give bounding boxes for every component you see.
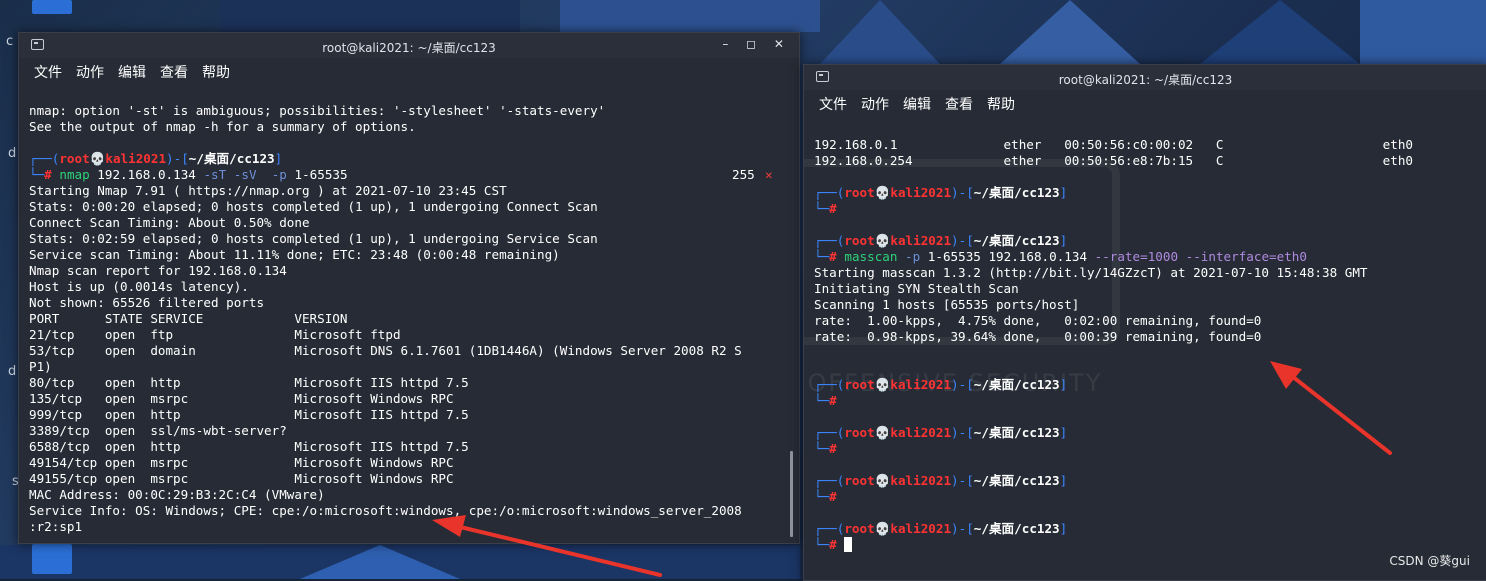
output-line: 135/tcp open msrpc Microsoft Windows RPC (29, 391, 454, 406)
output-line: Starting masscan 1.3.2 (http://bit.ly/14… (814, 265, 1368, 280)
desktop-label: c (6, 34, 14, 49)
csdn-watermark: CSDN @葵gui (1389, 554, 1470, 568)
window-controls[interactable]: – ◻ ✕ (722, 37, 791, 51)
output-line: rate: 0.98-kpps, 39.64% done, 0:00:39 re… (814, 329, 1262, 344)
output-line: Service scan Timing: About 11.11% done; … (29, 247, 560, 262)
skull-icon: 💀 (874, 425, 891, 440)
output-line: 53/tcp open domain Microsoft DNS 6.1.760… (29, 343, 742, 358)
terminal-output[interactable]: nmap: option '-st' is ambiguous; possibi… (29, 87, 799, 543)
menu-view[interactable]: 查看 (160, 62, 188, 82)
output-line: Service Info: OS: Windows; CPE: cpe:/o:m… (29, 503, 742, 518)
output-line: Starting Nmap 7.91 ( https://nmap.org ) … (29, 183, 507, 198)
wallpaper-tile (560, 0, 820, 32)
desktop-label: d (8, 146, 17, 161)
annotation-arrow (1270, 361, 1392, 455)
output-line: Host is up (0.0014s latency). (29, 279, 249, 294)
menu-action[interactable]: 动作 (76, 62, 104, 82)
command-line: └─# masscan -p 1-65535 192.168.0.134 --r… (814, 249, 1307, 264)
wallpaper-tile (220, 0, 520, 32)
wallpaper-triangle (1000, 0, 1140, 64)
menu-edit[interactable]: 编辑 (118, 62, 146, 82)
output-line: 49155/tcp open msrpc Microsoft Windows R… (29, 471, 454, 486)
output-line: Stats: 0:02:59 elapsed; 0 hosts complete… (29, 231, 598, 246)
prompt-hash: └─# (814, 201, 837, 216)
output-line: Stats: 0:00:20 elapsed; 0 hosts complete… (29, 199, 598, 214)
window-title: root@kali2021: ~/桌面/cc123 (322, 41, 496, 55)
output-line: 999/tcp open http Microsoft IIS httpd 7.… (29, 407, 469, 422)
prompt-hash: └─# (814, 489, 837, 504)
menu-edit[interactable]: 编辑 (903, 94, 931, 114)
command-line: └─# nmap 192.168.0.134 -sT -sV -p 1-6553… (29, 167, 773, 182)
menu-help[interactable]: 帮助 (202, 62, 230, 82)
output-line: Not shown: 65526 filtered ports (29, 295, 265, 310)
menu-action[interactable]: 动作 (861, 94, 889, 114)
prompt-line: ┌──(root💀kali2021)-[~/桌面/cc123] (814, 473, 1068, 488)
skull-icon: 💀 (89, 151, 106, 166)
output-line: Initiating SYN Stealth Scan (814, 281, 1019, 296)
menu-help[interactable]: 帮助 (987, 94, 1015, 114)
output-line: MAC Address: 00:0C:29:B3:2C:C4 (VMware) (29, 487, 325, 502)
skull-icon: 💀 (874, 185, 891, 200)
wallpaper-tile (1360, 0, 1486, 64)
output-line: See the output of nmap -h for a summary … (29, 119, 416, 134)
menu-file[interactable]: 文件 (819, 94, 847, 114)
text-cursor (844, 537, 853, 552)
exit-status: 255 (732, 167, 755, 182)
output-line: Nmap scan report for 192.168.0.134 (29, 263, 287, 278)
scrollbar[interactable] (790, 451, 793, 537)
skull-icon: 💀 (874, 473, 891, 488)
output-line: rate: 1.00-kpps, 4.75% done, 0:02:00 rem… (814, 313, 1262, 328)
output-line: 49154/tcp open msrpc Microsoft Windows R… (29, 455, 454, 470)
prompt-line: ┌──(root💀kali2021)-[~/桌面/cc123] (814, 185, 1068, 200)
output-line: Scanning 1 hosts [65535 ports/host] (814, 297, 1080, 312)
output-line: :r2:sp1 (29, 519, 83, 534)
window-title: root@kali2021: ~/桌面/cc123 (1058, 73, 1233, 87)
output-line: P1) (29, 359, 52, 374)
prompt-line: ┌──(root💀kali2021)-[~/桌面/cc123] (814, 521, 1068, 536)
desktop-folder-icon[interactable] (32, 0, 72, 14)
output-line: 80/tcp open http Microsoft IIS httpd 7.5 (29, 375, 469, 390)
skull-icon: 💀 (874, 521, 891, 536)
prompt-line: ┌──(root💀kali2021)-[~/桌面/cc123] (814, 233, 1068, 248)
desktop-label: d (8, 364, 17, 379)
desktop-folder-icon[interactable] (32, 544, 72, 574)
active-prompt[interactable]: └─# (814, 537, 1486, 553)
skull-icon: 💀 (874, 377, 891, 392)
left-terminal-window[interactable]: root@kali2021: ~/桌面/cc123 – ◻ ✕ 文件 动作 编辑… (18, 32, 800, 544)
title-bar[interactable]: root@kali2021: ~/桌面/cc123 – ◻ ✕ (19, 33, 799, 58)
output-line: 21/tcp open ftp Microsoft ftpd (29, 327, 401, 342)
prompt-line: ┌──(root💀kali2021)-[~/桌面/cc123] (29, 151, 283, 166)
menu-file[interactable]: 文件 (34, 62, 62, 82)
output-line: PORT STATE SERVICE VERSION (29, 311, 348, 326)
wallpaper-triangle (1200, 0, 1360, 64)
output-line: 6588/tcp open http Microsoft IIS httpd 7… (29, 439, 469, 454)
wallpaper-triangle (820, 0, 940, 64)
menu-bar: 文件 动作 编辑 查看 帮助 (804, 90, 1486, 118)
arp-row: 192.168.0.1 ether 00:50:56:c0:00:02 C et… (814, 137, 1413, 152)
output-line: nmap: option '-st' is ambiguous; possibi… (29, 103, 606, 118)
output-line: Connect Scan Timing: About 0.50% done (29, 215, 310, 230)
title-bar[interactable]: root@kali2021: ~/桌面/cc123 (804, 65, 1486, 90)
skull-icon: 💀 (874, 233, 891, 248)
right-terminal-window[interactable]: root@kali2021: ~/桌面/cc123 文件 动作 编辑 查看 帮助… (803, 64, 1486, 581)
output-line: 3389/tcp open ssl/ms-wbt-server? (29, 423, 287, 438)
menu-bar: 文件 动作 编辑 查看 帮助 (19, 58, 799, 86)
error-x-icon: ✕ (765, 167, 773, 182)
arp-row: 192.168.0.254 ether 00:50:56:e8:7b:15 C … (814, 153, 1413, 168)
annotation-arrow (432, 515, 662, 577)
menu-view[interactable]: 查看 (945, 94, 973, 114)
